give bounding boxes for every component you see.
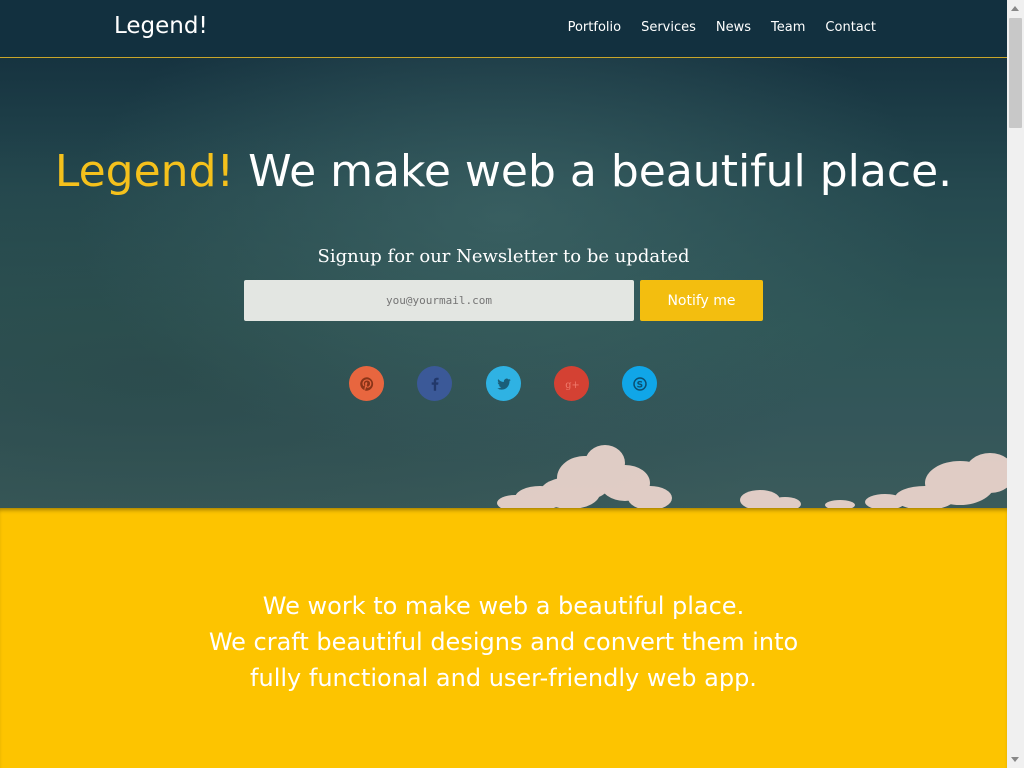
twitter-icon — [496, 378, 511, 390]
twitter-button[interactable] — [486, 366, 521, 401]
scroll-thumb[interactable] — [1009, 18, 1022, 128]
pinterest-button[interactable] — [349, 366, 384, 401]
skype-button[interactable]: S — [622, 366, 657, 401]
scrollbar[interactable] — [1007, 0, 1024, 768]
page: Legend! Portfolio Services News Team Con… — [0, 0, 1024, 768]
google-plus-icon: g+ — [565, 379, 579, 390]
email-input[interactable] — [244, 280, 634, 321]
hero-title: Legend! We make web a beautiful place. — [0, 146, 1007, 197]
about-section: We work to make web a beautiful place. W… — [0, 508, 1007, 768]
navbar: Legend! Portfolio Services News Team Con… — [0, 0, 1007, 58]
svg-text:g+: g+ — [565, 379, 579, 390]
nav-links: Portfolio Services News Team Contact — [568, 20, 876, 35]
about-text: We work to make web a beautiful place. W… — [0, 588, 1007, 696]
nav-link-portfolio[interactable]: Portfolio — [568, 20, 621, 35]
nav-link-contact[interactable]: Contact — [825, 20, 876, 35]
nav-link-team[interactable]: Team — [771, 20, 805, 35]
google-plus-button[interactable]: g+ — [554, 366, 589, 401]
pinterest-icon — [359, 376, 373, 391]
scroll-up-icon[interactable] — [1011, 6, 1019, 11]
about-line-2: We craft beautiful designs and convert t… — [208, 628, 799, 656]
svg-text:S: S — [636, 380, 642, 390]
nav-link-services[interactable]: Services — [641, 20, 696, 35]
about-line-3: fully functional and user-friendly web a… — [250, 664, 757, 692]
brand-logo[interactable]: Legend! — [114, 13, 208, 39]
skype-icon: S — [632, 376, 647, 391]
scroll-down-icon[interactable] — [1011, 757, 1019, 762]
facebook-button[interactable] — [417, 366, 452, 401]
hero-title-rest: We make web a beautiful place. — [248, 146, 953, 197]
hero-title-accent: Legend! — [54, 146, 235, 197]
hero-section: Legend! We make web a beautiful place. S… — [0, 58, 1007, 508]
facebook-icon — [431, 377, 439, 391]
nav-link-news[interactable]: News — [716, 20, 751, 35]
newsletter-subtitle: Signup for our Newsletter to be updated — [317, 246, 690, 267]
about-line-1: We work to make web a beautiful place. — [262, 592, 745, 620]
notify-button[interactable]: Notify me — [640, 280, 763, 321]
